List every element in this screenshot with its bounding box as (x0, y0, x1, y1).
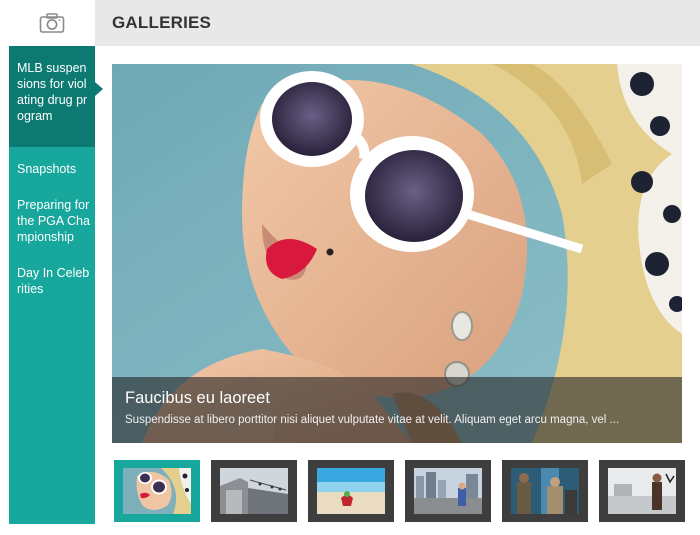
thumbnail-6[interactable] (599, 460, 685, 522)
thumbnail-image (123, 468, 191, 514)
gallery-sidebar: MLB suspensions for violating drug progr… (9, 0, 103, 524)
gallery-header: GALLERIES (95, 0, 700, 46)
camera-icon (39, 13, 65, 33)
thumbnail-2[interactable] (211, 460, 297, 522)
sidebar-item-label: Preparing for the PGA Championship (17, 198, 90, 244)
caption-title: Faucibus eu laoreet (125, 389, 270, 407)
thumbnail-image (511, 468, 579, 514)
featured-gallery-image[interactable]: Faucibus eu laoreet Suspendisse at liber… (112, 64, 682, 443)
sidebar-item-snapshots[interactable]: Snapshots (9, 161, 95, 177)
sidebar-header (9, 0, 95, 46)
thumbnail-strip (112, 460, 685, 522)
sidebar-item-mlb-suspensions[interactable]: MLB suspensions for violating drug progr… (9, 46, 103, 147)
thumbnail-image (317, 468, 385, 514)
caption-text: Suspendisse at libero porttitor nisi ali… (125, 414, 620, 426)
sidebar-item-label: MLB suspensions for violating drug progr… (17, 61, 88, 123)
thumbnail-image (414, 468, 482, 514)
thumbnail-image (220, 468, 288, 514)
sidebar-item-pga-championship[interactable]: Preparing for the PGA Championship (9, 197, 95, 245)
thumbnail-image (608, 468, 676, 514)
page-title: GALLERIES (112, 13, 212, 32)
sidebar-item-day-in-celebrities[interactable]: Day In Celebrities (9, 265, 95, 297)
active-arrow-indicator (95, 82, 103, 96)
thumbnail-1[interactable] (114, 460, 200, 522)
thumbnail-5[interactable] (502, 460, 588, 522)
image-caption: Faucibus eu laoreet Suspendisse at liber… (112, 377, 682, 443)
thumbnail-3[interactable] (308, 460, 394, 522)
sidebar-item-label: Day In Celebrities (17, 266, 90, 296)
sidebar-item-label: Snapshots (17, 162, 77, 176)
thumbnail-4[interactable] (405, 460, 491, 522)
